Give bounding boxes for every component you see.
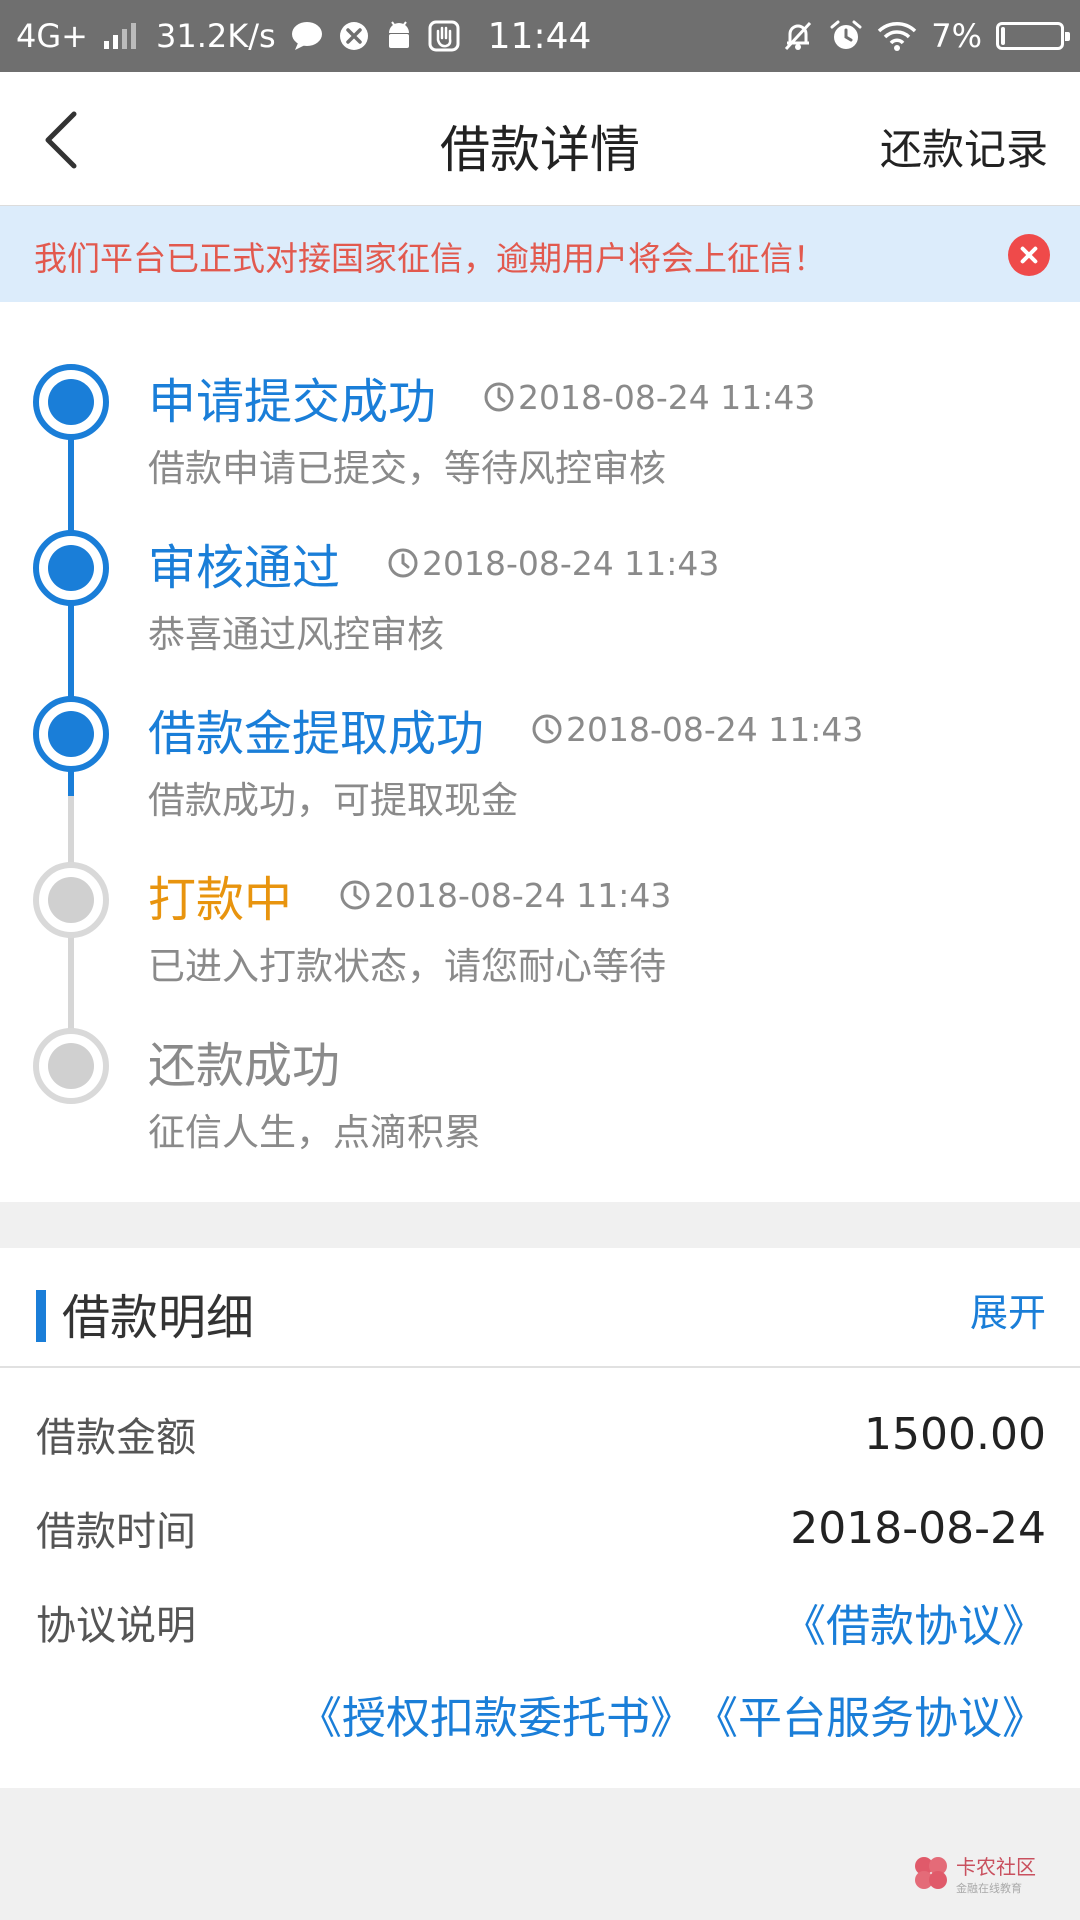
close-icon[interactable] <box>1008 234 1050 276</box>
signal-icon <box>102 21 142 51</box>
debit-authorization-link[interactable]: 《授权扣款委托书》 <box>298 1682 694 1746</box>
timeline-step: 审核通过 2018-08-24 11:43 恭喜通过风控审核 <box>148 528 719 658</box>
agreement-label: 协议说明 <box>36 1603 196 1649</box>
detail-header: 借款明细 展开 <box>0 1248 1080 1368</box>
battery-level <box>1001 27 1005 45</box>
timeline-step-desc: 征信人生，点滴积累 <box>148 1111 481 1154</box>
loan-amount-label: 借款金额 <box>36 1415 196 1461</box>
timeline-step-time: 2018-08-24 11:43 <box>482 378 815 417</box>
timeline-step: 打款中 2018-08-24 11:43 已进入打款状态，请您耐心等待 <box>148 860 671 990</box>
loan-time-label: 借款时间 <box>36 1509 196 1555</box>
timeline-step: 申请提交成功 2018-08-24 11:43 借款申请已提交，等待风控审核 <box>148 362 815 492</box>
timeline-step-time-text: 2018-08-24 11:43 <box>374 875 672 915</box>
timeline-step-time: 2018-08-24 11:43 <box>386 544 719 583</box>
timeline-dot-core <box>48 711 94 757</box>
timeline-step-desc: 恭喜通过风控审核 <box>148 613 444 656</box>
clock-icon <box>484 382 514 412</box>
kanong-watermark: 卡农社区 金融在线教育 <box>904 1840 1074 1910</box>
wifi-icon <box>877 20 917 52</box>
notice-text: 我们平台已正式对接国家征信，逾期用户将会上征信！ <box>34 239 826 278</box>
timeline-connector <box>68 768 74 866</box>
timeline-dot-done <box>33 364 109 440</box>
network-speed: 31.2K/s <box>155 17 276 55</box>
clock-icon <box>388 548 418 578</box>
timeline-step-desc: 已进入打款状态，请您耐心等待 <box>148 945 666 988</box>
agreement-row: 协议说明 《借款协议》 <box>36 1592 1046 1652</box>
network-type: 4G+ <box>16 17 88 55</box>
progress-timeline: 申请提交成功 2018-08-24 11:43 借款申请已提交，等待风控审核审核通过… <box>0 302 1080 1202</box>
timeline-dot-done <box>33 530 109 606</box>
loan-amount-row: 借款金额 1500.00 <box>36 1404 1046 1464</box>
timeline-step-time-text: 2018-08-24 11:43 <box>422 543 720 583</box>
service-agreement-link[interactable]: 《平台服务协议》 <box>694 1682 1046 1746</box>
timeline-step-title: 还款成功 <box>148 1038 341 1094</box>
android-icon <box>384 19 414 53</box>
hand-icon <box>428 20 460 52</box>
agreement-links-row: 《授权扣款委托书》 《平台服务协议》 <box>36 1684 1046 1744</box>
timeline-step: 借款金提取成功 2018-08-24 11:43 借款成功，可提取现金 <box>148 694 863 824</box>
timeline-step-header: 还款成功 <box>148 1026 481 1096</box>
section-marker <box>36 1290 46 1342</box>
loan-agreement-link[interactable]: 《借款协议》 <box>782 1590 1046 1654</box>
battery-icon <box>996 22 1070 50</box>
timeline-connector <box>68 934 74 1032</box>
timeline-dot-core <box>48 379 94 425</box>
timeline-connector <box>68 436 74 534</box>
loan-time-row: 借款时间 2018-08-24 <box>36 1498 1046 1558</box>
clock-icon <box>532 714 562 744</box>
loan-time-value: 2018-08-24 <box>790 1502 1046 1554</box>
watermark-subtext: 金融在线教育 <box>956 1881 1022 1895</box>
nav-bar: 借款详情 还款记录 <box>0 72 1080 206</box>
expand-button[interactable]: 展开 <box>970 1282 1046 1337</box>
timeline-dot-core <box>48 877 94 923</box>
cancel-icon <box>338 20 370 52</box>
timeline-step-title: 打款中 <box>148 872 293 928</box>
timeline-step-desc: 借款成功，可提取现金 <box>148 779 518 822</box>
timeline-step-time-text: 2018-08-24 11:43 <box>518 377 816 417</box>
timeline-step-time: 2018-08-24 11:43 <box>338 876 671 915</box>
timeline-step-header: 借款金提取成功 2018-08-24 11:43 <box>148 694 863 764</box>
timeline-step-title: 借款金提取成功 <box>148 706 485 762</box>
timeline-step-title: 审核通过 <box>148 540 341 596</box>
battery-percent: 7% <box>931 17 982 55</box>
timeline-step-header: 审核通过 2018-08-24 11:43 <box>148 528 719 598</box>
chat-icon <box>290 21 324 51</box>
mute-icon <box>781 19 815 53</box>
timeline-dot-done <box>33 696 109 772</box>
timeline-step-header: 申请提交成功 2018-08-24 11:43 <box>148 362 815 432</box>
credit-notice-banner: 我们平台已正式对接国家征信，逾期用户将会上征信！ <box>0 206 1080 302</box>
timeline-step-title: 申请提交成功 <box>148 374 437 430</box>
timeline-dot-active <box>33 862 109 938</box>
clock-icon <box>340 880 370 910</box>
timeline-step-time-text: 2018-08-24 11:43 <box>566 709 864 749</box>
timeline-step-desc: 借款申请已提交，等待风控审核 <box>148 447 666 490</box>
timeline-step-time: 2018-08-24 11:43 <box>530 710 863 749</box>
status-bar: 4G+ 31.2K/s 11:44 7% <box>0 0 1080 72</box>
loan-amount-value: 1500.00 <box>864 1408 1046 1460</box>
timeline-step: 还款成功征信人生，点滴积累 <box>148 1026 481 1156</box>
timeline-dot-pending <box>33 1028 109 1104</box>
timeline-dot-core <box>48 545 94 591</box>
alarm-icon <box>829 19 863 53</box>
timeline-dot-core <box>48 1043 94 1089</box>
clock: 11:44 <box>487 15 592 57</box>
repayment-record-link[interactable]: 还款记录 <box>880 116 1048 177</box>
timeline-step-header: 打款中 2018-08-24 11:43 <box>148 860 671 930</box>
loan-detail-card: 借款明细 展开 借款金额 1500.00 借款时间 2018-08-24 协议说… <box>0 1248 1080 1788</box>
watermark-text: 卡农社区 <box>956 1855 1036 1879</box>
detail-title: 借款明细 <box>62 1290 255 1346</box>
timeline-connector <box>68 602 74 700</box>
